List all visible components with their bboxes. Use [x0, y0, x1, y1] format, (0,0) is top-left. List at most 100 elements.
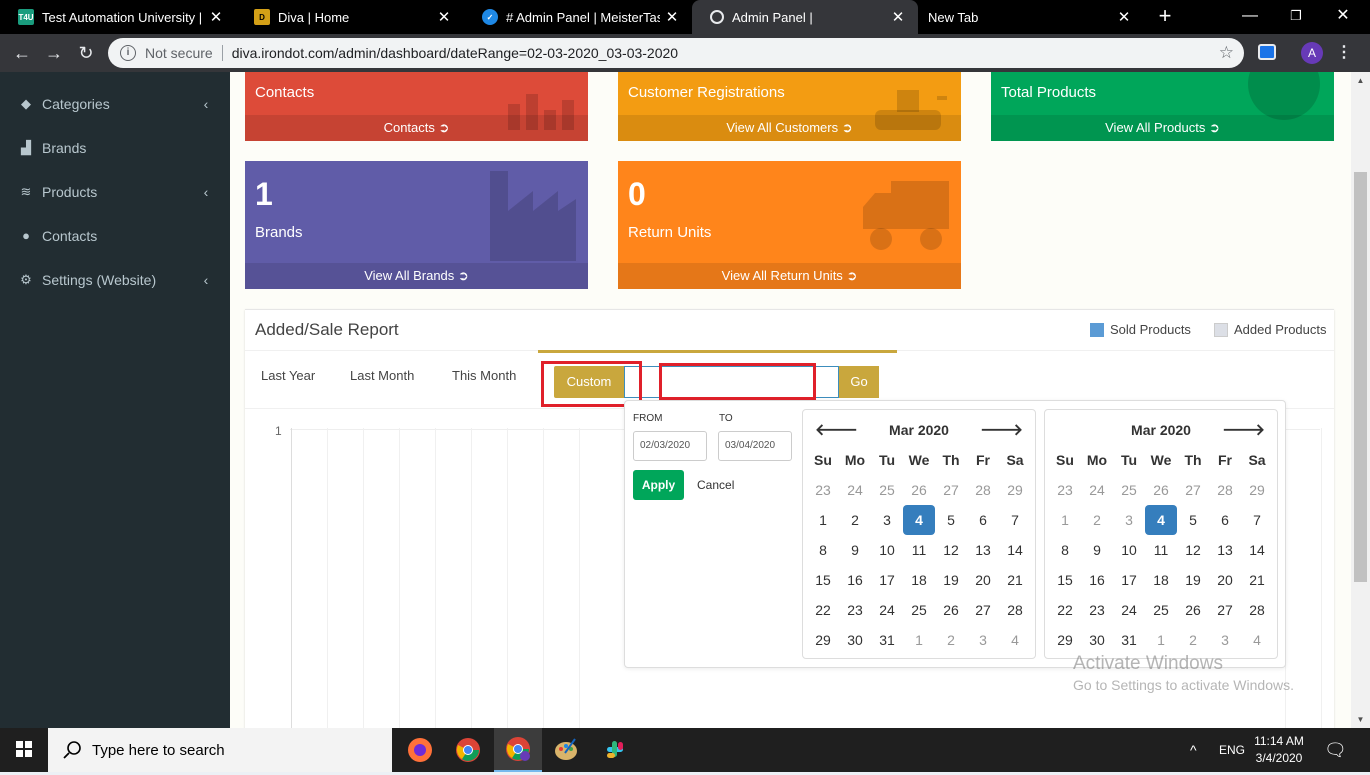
calendar-day[interactable]: 26	[935, 595, 967, 625]
close-tab-icon[interactable]: ✕	[1112, 8, 1136, 26]
calendar-day[interactable]: 24	[1081, 475, 1113, 505]
calendar-day[interactable]: 2	[1177, 625, 1209, 655]
calendar-day[interactable]: 3	[967, 625, 999, 655]
page-scrollbar[interactable]: ▲ ▼	[1351, 72, 1370, 728]
calendar-day[interactable]: 3	[1113, 505, 1145, 535]
calendar-day[interactable]: 24	[839, 475, 871, 505]
scroll-thumb[interactable]	[1354, 172, 1367, 582]
address-bar[interactable]: i Not secure diva.irondot.com/admin/dash…	[108, 38, 1244, 68]
slack-app[interactable]	[591, 728, 639, 772]
calendar-day[interactable]: 25	[903, 595, 935, 625]
sidebar-item-brands[interactable]: ▟ Brands	[0, 126, 230, 170]
calendar-day[interactable]: 31	[1113, 625, 1145, 655]
view-all-return-units-link[interactable]: View All Return Units ➲	[618, 263, 961, 289]
calendar-day[interactable]: 2	[1081, 505, 1113, 535]
next-month-arrow-icon[interactable]: 🡒	[980, 419, 1023, 440]
next-month-arrow-icon[interactable]: 🡒	[1222, 419, 1265, 440]
go-button[interactable]: Go	[839, 366, 879, 398]
from-date-input[interactable]: 02/03/2020	[633, 431, 707, 461]
tab-diva-home[interactable]: D Diva | Home ✕	[236, 0, 464, 34]
firefox-app[interactable]	[396, 728, 444, 772]
calendar-day[interactable]: 12	[935, 535, 967, 565]
calendar-day[interactable]: 24	[1113, 595, 1145, 625]
calendar-day[interactable]: 15	[1049, 565, 1081, 595]
calendar-day[interactable]: 24	[871, 595, 903, 625]
calendar-day[interactable]: 29	[999, 475, 1031, 505]
window-close-icon[interactable]: ✕	[1320, 0, 1366, 34]
calendar-day[interactable]: 19	[935, 565, 967, 595]
taskbar-search[interactable]: Type here to search	[48, 728, 392, 772]
calendar-day[interactable]: 27	[935, 475, 967, 505]
chrome-profile-app[interactable]	[494, 728, 542, 772]
calendar-day[interactable]: 17	[871, 565, 903, 595]
cancel-button[interactable]: Cancel	[697, 478, 734, 492]
calendar-day[interactable]: 28	[967, 475, 999, 505]
calendar-day[interactable]: 26	[1145, 475, 1177, 505]
calendar-day[interactable]: 14	[1241, 535, 1273, 565]
calendar-day[interactable]: 1	[1145, 625, 1177, 655]
apply-button[interactable]: Apply	[633, 470, 684, 500]
close-tab-icon[interactable]: ✕	[886, 8, 910, 26]
chrome-app[interactable]	[444, 728, 492, 772]
calendar-day[interactable]: 31	[871, 625, 903, 655]
calendar-day[interactable]: 28	[1209, 475, 1241, 505]
view-all-brands-link[interactable]: View All Brands ➲	[245, 263, 588, 289]
calendar-day[interactable]: 16	[839, 565, 871, 595]
calendar-day[interactable]: 22	[1049, 595, 1081, 625]
calendar-day[interactable]: 26	[903, 475, 935, 505]
calendar-day[interactable]: 17	[1113, 565, 1145, 595]
back-arrow-icon[interactable]: ←	[9, 40, 35, 66]
calendar-day[interactable]: 15	[807, 565, 839, 595]
calendar-day[interactable]: 27	[967, 595, 999, 625]
calendar-day[interactable]: 25	[1113, 475, 1145, 505]
close-tab-icon[interactable]: ✕	[204, 8, 228, 26]
tab-last-year[interactable]: Last Year	[261, 368, 315, 383]
calendar-day[interactable]: 30	[839, 625, 871, 655]
calendar-day[interactable]: 3	[871, 505, 903, 535]
calendar-day[interactable]: 10	[871, 535, 903, 565]
more-menu-icon[interactable]: ⋮	[1334, 40, 1354, 66]
calendar-day[interactable]: 25	[871, 475, 903, 505]
calendar-day[interactable]: 11	[903, 535, 935, 565]
calendar-day[interactable]: 29	[807, 625, 839, 655]
calendar-day[interactable]: 28	[1241, 595, 1273, 625]
calendar-day[interactable]: 1	[807, 505, 839, 535]
calendar-day[interactable]: 6	[1209, 505, 1241, 535]
notifications-icon[interactable]: 🗨	[1324, 728, 1347, 772]
calendar-day[interactable]: 20	[1209, 565, 1241, 595]
calendar-day[interactable]: 11	[1145, 535, 1177, 565]
calendar-day[interactable]: 19	[1177, 565, 1209, 595]
tray-chevron-up-icon[interactable]: ^	[1190, 728, 1197, 772]
bookmark-star-icon[interactable]: ☆	[1219, 43, 1234, 63]
scroll-down-arrow-icon[interactable]: ▼	[1351, 711, 1370, 728]
calendar-day[interactable]: 21	[1241, 565, 1273, 595]
contacts-link[interactable]: Contacts ➲	[245, 115, 588, 141]
sidebar-item-settings[interactable]: ⚙ Settings (Website) ‹	[0, 258, 230, 302]
calendar-day[interactable]: 23	[839, 595, 871, 625]
calendar-day[interactable]: 14	[999, 535, 1031, 565]
tab-this-month[interactable]: This Month	[452, 368, 516, 383]
calendar-day[interactable]: 18	[1145, 565, 1177, 595]
calendar-day[interactable]: 10	[1113, 535, 1145, 565]
calendar-day[interactable]: 21	[999, 565, 1031, 595]
tab-last-month[interactable]: Last Month	[350, 368, 414, 383]
calendar-day[interactable]: 23	[807, 475, 839, 505]
view-all-customers-link[interactable]: View All Customers ➲	[618, 115, 961, 141]
calendar-day[interactable]: 20	[967, 565, 999, 595]
close-tab-icon[interactable]: ✕	[660, 8, 684, 26]
calendar-day[interactable]: 26	[1177, 595, 1209, 625]
calendar-day[interactable]: 3	[1209, 625, 1241, 655]
profile-avatar[interactable]: A	[1301, 42, 1323, 64]
calendar-day[interactable]: 29	[1241, 475, 1273, 505]
tab-new-tab[interactable]: New Tab ✕	[918, 0, 1144, 34]
calendar-day-selected[interactable]: 4	[1145, 505, 1177, 535]
language-indicator[interactable]: ENG	[1219, 728, 1245, 772]
sidebar-item-categories[interactable]: ◆ Categories ‹	[0, 82, 230, 126]
calendar-day[interactable]: 18	[903, 565, 935, 595]
sidebar-item-products[interactable]: ≋ Products ‹	[0, 170, 230, 214]
calendar-day[interactable]: 2	[935, 625, 967, 655]
calendar-day[interactable]: 23	[1049, 475, 1081, 505]
sidebar-item-contacts[interactable]: ● Contacts	[0, 214, 230, 258]
calendar-day[interactable]: 13	[967, 535, 999, 565]
calendar-day[interactable]: 9	[839, 535, 871, 565]
